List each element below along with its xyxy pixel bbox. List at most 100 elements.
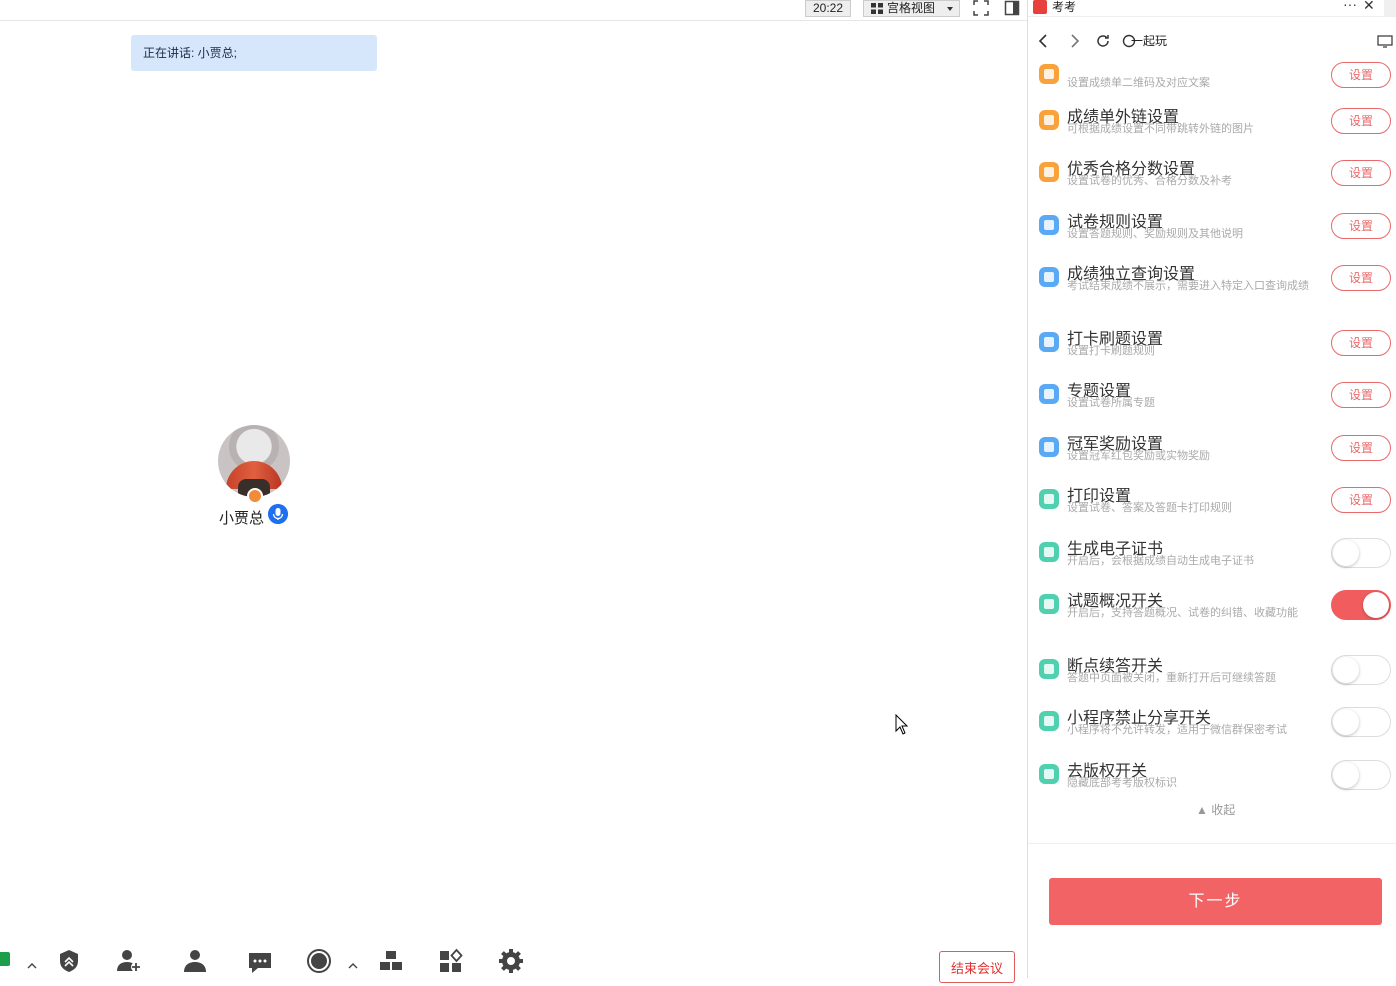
participants-icon[interactable] — [181, 948, 209, 978]
setting-configure-button[interactable]: 设置 — [1331, 265, 1391, 291]
setting-configure-button[interactable]: 设置 — [1331, 160, 1391, 186]
meeting-top-bar: 20:22 宫格视图 — [0, 0, 1027, 21]
setting-icon — [1039, 267, 1059, 287]
next-step-button[interactable]: 下一步 — [1049, 878, 1382, 925]
setting-icon — [1039, 110, 1059, 130]
chevron-up-icon[interactable] — [348, 962, 358, 970]
divider — [1028, 843, 1396, 844]
setting-icon — [1039, 64, 1059, 84]
more-icon[interactable]: ··· — [1343, 0, 1357, 12]
setting-toggle[interactable] — [1331, 707, 1391, 737]
setting-row: 试卷规则设置 设置答题规则、奖励规则及其他说明 设置 — [1028, 199, 1396, 251]
setting-description: 开启后，会根据成绩自动生成电子证书 — [1067, 555, 1254, 567]
setting-row: 成绩单外链设置 可根据成绩设置不同带跳转外链的图片 设置 — [1028, 94, 1396, 146]
setting-description: 答题中页面被关闭，重新打开后可继续答题 — [1067, 672, 1276, 684]
setting-configure-button[interactable]: 设置 — [1331, 382, 1391, 408]
microphone-icon[interactable] — [268, 504, 288, 524]
panel-title-bar: 考考 ··· ✕ — [1028, 0, 1396, 17]
speaking-indicator: 正在讲话: 小贾总; — [131, 35, 377, 71]
setting-description: 考试结束成绩不展示，需要进入特定入口查询成绩 — [1067, 280, 1309, 292]
setting-toggle[interactable] — [1331, 760, 1391, 790]
setting-icon — [1039, 489, 1059, 509]
back-icon[interactable] — [1035, 32, 1053, 50]
setting-configure-button[interactable]: 设置 — [1331, 213, 1391, 239]
setting-row: 生成电子证书 开启后，会根据成绩自动生成电子证书 — [1028, 526, 1396, 578]
settings-list: 设置成绩单二维码及对应文案 设置 成绩单外链设置 可根据成绩设置不同带跳转外链的图片设… — [1028, 54, 1396, 839]
setting-description: 设置试卷、答案及答题卡打印规则 — [1067, 502, 1232, 514]
side-panel-icon[interactable] — [1004, 0, 1020, 16]
setting-row: 专题设置 设置试卷所属专题 设置 — [1028, 368, 1396, 420]
play-together-label[interactable]: 一起玩 — [1131, 32, 1167, 50]
setting-description: 隐藏底部考考版权标识 — [1067, 777, 1177, 789]
toggle-knob — [1333, 657, 1359, 683]
end-meeting-button[interactable]: 结束会议 — [939, 951, 1015, 983]
apps-icon[interactable] — [437, 948, 465, 978]
setting-description: 设置试卷所属专题 — [1067, 397, 1155, 409]
app-logo-icon — [1033, 0, 1047, 14]
setting-row: 去版权开关 隐藏底部考考版权标识 — [1028, 748, 1396, 800]
share-screen-icon[interactable] — [0, 948, 14, 978]
collapse-link[interactable]: ▲ 收起 — [1196, 801, 1235, 818]
setting-description: 设置答题规则、奖励规则及其他说明 — [1067, 228, 1243, 240]
forward-icon[interactable] — [1065, 32, 1083, 50]
security-icon[interactable] — [55, 948, 83, 978]
toggle-knob — [1333, 762, 1359, 788]
setting-icon — [1039, 594, 1059, 614]
toggle-knob — [1363, 592, 1389, 618]
setting-description: 开启后，支持答题概况、试卷的纠错、收藏功能 — [1067, 607, 1298, 619]
setting-icon — [1039, 542, 1059, 562]
close-icon[interactable]: ✕ — [1363, 0, 1375, 14]
toggle-knob — [1333, 709, 1359, 735]
settings-icon[interactable] — [497, 948, 525, 978]
setting-icon — [1039, 659, 1059, 679]
mouse-cursor-icon — [895, 714, 908, 735]
toggle-knob — [1333, 540, 1359, 566]
setting-row: 冠军奖励设置 设置冠军红包奖励或实物奖励 设置 — [1028, 421, 1396, 473]
setting-icon — [1039, 384, 1059, 404]
setting-icon — [1039, 215, 1059, 235]
setting-row: 小程序禁止分享开关 小程序将不允许转发，适用于微信群保密考试 — [1028, 695, 1396, 747]
chat-icon[interactable] — [246, 948, 274, 978]
breakout-rooms-icon[interactable] — [377, 948, 405, 978]
view-mode-label: 宫格视图 — [887, 1, 936, 15]
host-badge-icon — [247, 488, 263, 504]
menu-icon[interactable] — [1384, 0, 1396, 16]
setting-icon — [1039, 162, 1059, 182]
setting-icon — [1039, 764, 1059, 784]
setting-toggle[interactable] — [1331, 590, 1391, 620]
participant-name: 小贾总 — [219, 510, 265, 527]
view-mode-select[interactable]: 宫格视图 — [863, 0, 960, 17]
setting-configure-button[interactable]: 设置 — [1331, 108, 1391, 134]
speaking-label: 正在讲话: 小贾总; — [143, 46, 238, 60]
setting-toggle[interactable] — [1331, 655, 1391, 685]
app-name: 考考 — [1052, 0, 1077, 14]
setting-configure-button[interactable]: 设置 — [1331, 487, 1391, 513]
setting-description: 设置打卡刷题规则 — [1067, 345, 1155, 357]
setting-row: 优秀合格分数设置 设置试卷的优秀、合格分数及补考 设置 — [1028, 146, 1396, 198]
setting-toggle[interactable] — [1331, 538, 1391, 568]
chevron-down-icon — [947, 7, 953, 11]
setting-description: 小程序将不允许转发，适用于微信群保密考试 — [1067, 724, 1287, 736]
setting-description: 可根据成绩设置不同带跳转外链的图片 — [1067, 123, 1254, 135]
setting-configure-button[interactable]: 设置 — [1331, 330, 1391, 356]
meeting-area: 20:22 宫格视图 正在讲话: 小贾总; 小贾总 结束会议 — [0, 0, 1027, 983]
setting-configure-button[interactable]: 设置 — [1331, 62, 1391, 88]
setting-configure-button[interactable]: 设置 — [1331, 435, 1391, 461]
setting-row: 断点续答开关 答题中页面被关闭，重新打开后可继续答题 — [1028, 643, 1396, 695]
refresh-icon[interactable] — [1094, 32, 1112, 50]
invite-icon[interactable] — [115, 948, 143, 978]
setting-description: 设置冠军红包奖励或实物奖励 — [1067, 450, 1210, 462]
screen-share-icon[interactable] — [1376, 32, 1394, 50]
setting-icon — [1039, 711, 1059, 731]
setting-icon — [1039, 437, 1059, 457]
fullscreen-icon[interactable] — [973, 0, 989, 16]
setting-description: 设置试卷的优秀、合格分数及补考 — [1067, 175, 1232, 187]
setting-description: 设置成绩单二维码及对应文案 — [1067, 77, 1210, 89]
setting-row: 试题概况开关 开启后，支持答题概况、试卷的纠错、收藏功能 — [1028, 578, 1396, 630]
setting-row: 打卡刷题设置 设置打卡刷题规则 设置 — [1028, 316, 1396, 368]
mini-program-panel: 考考 ··· ✕ 一起玩 设置成绩单二维码及对应文案 设置 成绩单外链设置 可根据成绩… — [1027, 0, 1396, 978]
grid-view-icon — [871, 3, 883, 14]
record-icon[interactable] — [305, 948, 333, 978]
chevron-up-icon[interactable] — [27, 962, 37, 970]
avatar — [218, 425, 290, 497]
